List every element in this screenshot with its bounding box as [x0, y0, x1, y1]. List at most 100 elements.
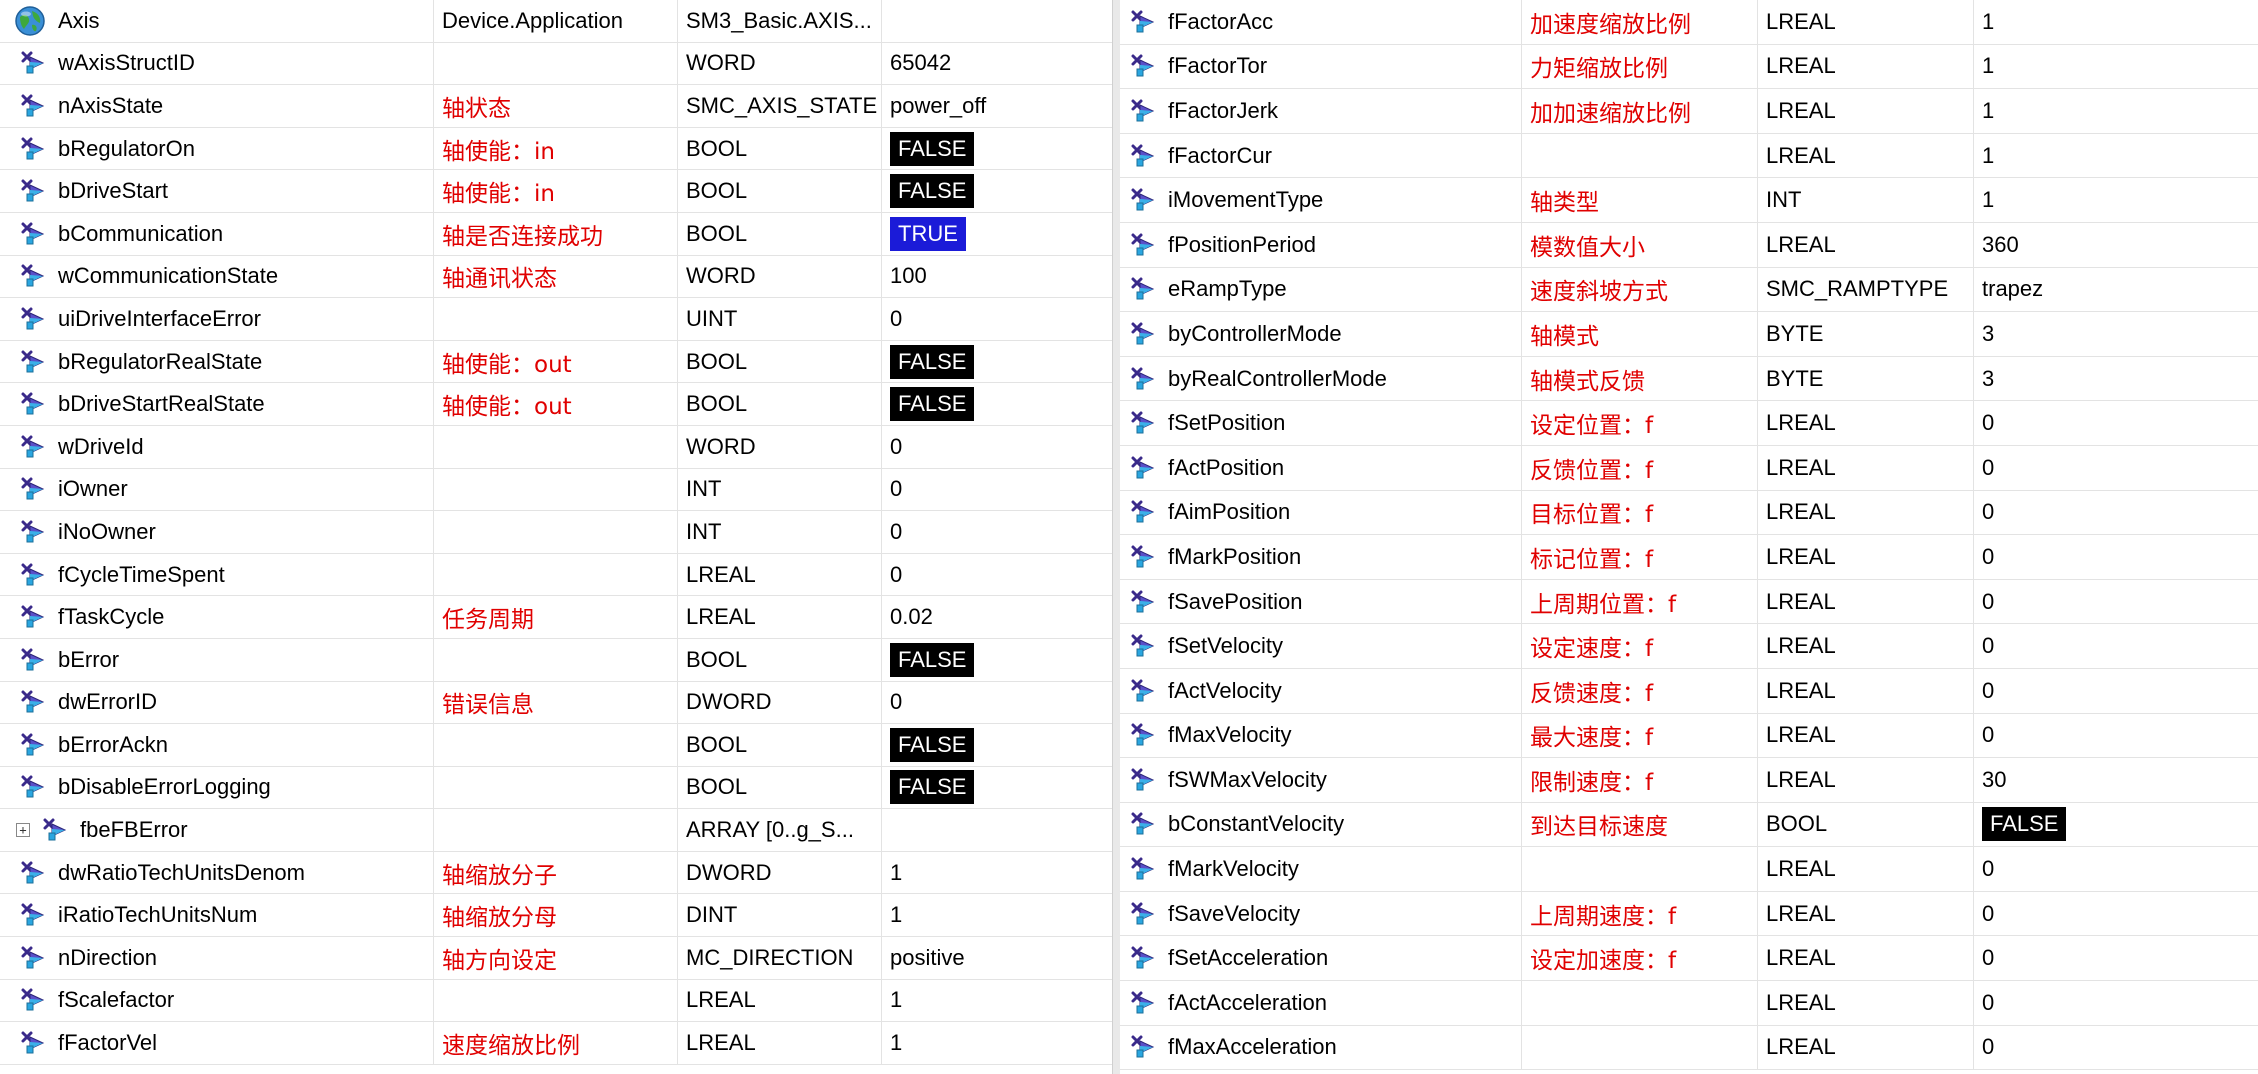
value-cell[interactable]: 0 — [1974, 580, 2258, 624]
bool-value-badge[interactable]: FALSE — [890, 642, 975, 677]
value-cell[interactable]: TRUE — [882, 213, 1120, 255]
value-cell[interactable]: positive — [882, 937, 1120, 979]
table-row[interactable]: wAxisStructID WORD 65042 — [0, 42, 1120, 86]
value-cell[interactable]: FALSE — [1974, 803, 2258, 847]
value-cell[interactable]: 0 — [1974, 1026, 2258, 1070]
table-row[interactable]: iNoOwner INT 0 — [0, 511, 1120, 554]
table-row[interactable]: fSetAcceleration 设定加速度：f LREAL 0 — [1120, 936, 2258, 982]
bool-value-badge[interactable]: FALSE — [890, 131, 975, 166]
table-row[interactable]: iRatioTechUnitsNum 轴缩放分母 DINT 1 — [0, 894, 1120, 938]
bool-value-badge[interactable]: FALSE — [890, 387, 975, 422]
value-cell[interactable]: 0 — [1974, 446, 2258, 490]
bool-value-badge[interactable]: FALSE — [890, 727, 975, 762]
value-cell[interactable]: FALSE — [882, 128, 1120, 170]
table-row[interactable]: byRealControllerMode 轴模式反馈 BYTE 3 — [1120, 356, 2258, 402]
table-row-root[interactable]: Axis Device.Application SM3_Basic.AXIS..… — [0, 0, 1120, 43]
table-row[interactable]: dwErrorID 错误信息 DWORD 0 — [0, 681, 1120, 725]
value-cell[interactable]: 0 — [882, 554, 1120, 596]
table-row[interactable]: fAimPosition 目标位置：f LREAL 0 — [1120, 490, 2258, 536]
value-cell[interactable]: 0 — [1974, 669, 2258, 713]
value-cell[interactable]: 0 — [1974, 491, 2258, 535]
value-cell[interactable]: 0.02 — [882, 596, 1120, 638]
table-row[interactable]: iMovementType 轴类型 INT 1 — [1120, 178, 2258, 223]
value-cell[interactable]: 1 — [1974, 89, 2258, 133]
table-row[interactable]: fSaveVelocity 上周期速度：f LREAL 0 — [1120, 891, 2258, 937]
value-cell[interactable]: 0 — [882, 298, 1120, 340]
bool-value-badge[interactable]: FALSE — [890, 344, 975, 379]
expand-plus-icon[interactable]: + — [16, 823, 30, 838]
value-cell[interactable]: 0 — [1974, 714, 2258, 758]
table-row[interactable]: fPositionPeriod 模数值大小 LREAL 360 — [1120, 222, 2258, 268]
value-cell[interactable] — [882, 809, 1120, 851]
value-cell[interactable] — [882, 0, 1120, 42]
value-cell[interactable]: 1 — [882, 980, 1120, 1022]
table-row[interactable]: fCycleTimeSpent LREAL 0 — [0, 553, 1120, 597]
table-row[interactable]: + fbeFBError ARRAY [0..g_S... — [0, 809, 1120, 852]
table-row[interactable]: fMaxVelocity 最大速度：f LREAL 0 — [1120, 713, 2258, 759]
bool-value-badge[interactable]: TRUE — [890, 216, 966, 251]
table-row[interactable]: fScalefactor LREAL 1 — [0, 979, 1120, 1023]
table-row[interactable]: fMarkPosition 标记位置：f LREAL 0 — [1120, 535, 2258, 580]
value-cell[interactable]: 1 — [882, 1022, 1120, 1064]
table-row[interactable]: fSetPosition 设定位置：f LREAL 0 — [1120, 401, 2258, 446]
value-cell[interactable]: 1 — [1974, 0, 2258, 44]
table-row[interactable]: fSetVelocity 设定速度：f LREAL 0 — [1120, 624, 2258, 669]
table-row[interactable]: fFactorAcc 加速度缩放比例 LREAL 1 — [1120, 0, 2258, 45]
value-cell[interactable]: 0 — [882, 426, 1120, 468]
value-cell[interactable]: 3 — [1974, 357, 2258, 401]
value-cell[interactable]: FALSE — [882, 767, 1120, 809]
table-row[interactable]: bCommunication 轴是否连接成功 BOOL TRUE — [0, 212, 1120, 256]
table-row[interactable]: byControllerMode 轴模式 BYTE 3 — [1120, 312, 2258, 357]
table-row[interactable]: bDisableErrorLogging BOOL FALSE — [0, 766, 1120, 810]
value-cell[interactable]: 0 — [1974, 936, 2258, 980]
value-cell[interactable]: 0 — [882, 682, 1120, 724]
table-row[interactable]: bError BOOL FALSE — [0, 638, 1120, 682]
table-row[interactable]: bDriveStart 轴使能：in BOOL FALSE — [0, 170, 1120, 213]
table-row[interactable]: wDriveId WORD 0 — [0, 425, 1120, 469]
value-cell[interactable]: 1 — [1974, 134, 2258, 178]
table-row[interactable]: eRampType 速度斜坡方式 SMC_RAMPTYPE trapez — [1120, 267, 2258, 313]
value-cell[interactable]: 0 — [1974, 401, 2258, 445]
table-row[interactable]: fSWMaxVelocity 限制速度：f LREAL 30 — [1120, 758, 2258, 803]
value-cell[interactable]: 30 — [1974, 758, 2258, 802]
table-row[interactable]: fMarkVelocity LREAL 0 — [1120, 847, 2258, 892]
table-row[interactable]: fFactorTor 力矩缩放比例 LREAL 1 — [1120, 44, 2258, 90]
table-row[interactable]: bConstantVelocity 到达目标速度 BOOL FALSE — [1120, 802, 2258, 848]
table-row[interactable]: uiDriveInterfaceError UINT 0 — [0, 298, 1120, 341]
bool-value-badge[interactable]: FALSE — [890, 770, 975, 805]
value-cell[interactable]: 100 — [882, 256, 1120, 298]
table-row[interactable]: bRegulatorRealState 轴使能：out BOOL FALSE — [0, 340, 1120, 384]
value-cell[interactable]: 1 — [1974, 45, 2258, 89]
bool-value-badge[interactable]: FALSE — [890, 174, 975, 209]
value-cell[interactable]: FALSE — [882, 724, 1120, 766]
value-cell[interactable]: 0 — [1974, 847, 2258, 891]
value-cell[interactable]: 0 — [882, 469, 1120, 511]
table-row[interactable]: fSavePosition 上周期位置：f LREAL 0 — [1120, 579, 2258, 625]
table-row[interactable]: fFactorJerk 加加速缩放比例 LREAL 1 — [1120, 89, 2258, 134]
table-row[interactable]: bErrorAckn BOOL FALSE — [0, 724, 1120, 767]
value-cell[interactable]: 1 — [882, 852, 1120, 894]
value-cell[interactable]: FALSE — [882, 341, 1120, 383]
table-row[interactable]: bRegulatorOn 轴使能：in BOOL FALSE — [0, 127, 1120, 171]
value-cell[interactable]: 65042 — [882, 43, 1120, 85]
value-cell[interactable]: FALSE — [882, 170, 1120, 212]
value-cell[interactable]: trapez — [1974, 268, 2258, 312]
table-row[interactable]: fActAcceleration LREAL 0 — [1120, 981, 2258, 1026]
table-row[interactable]: wCommunicationState 轴通讯状态 WORD 100 — [0, 255, 1120, 299]
table-row[interactable]: fActVelocity 反馈速度：f LREAL 0 — [1120, 668, 2258, 714]
value-cell[interactable]: 0 — [1974, 535, 2258, 579]
value-cell[interactable]: 0 — [1974, 981, 2258, 1025]
table-row[interactable]: fMaxAcceleration LREAL 0 — [1120, 1025, 2258, 1071]
value-cell[interactable]: 1 — [882, 894, 1120, 936]
value-cell[interactable]: power_off — [882, 85, 1120, 127]
value-cell[interactable]: 0 — [882, 511, 1120, 553]
table-row[interactable]: iOwner INT 0 — [0, 468, 1120, 512]
table-row[interactable]: fFactorVel 速度缩放比例 LREAL 1 — [0, 1022, 1120, 1065]
value-cell[interactable]: 0 — [1974, 892, 2258, 936]
table-row[interactable]: fActPosition 反馈位置：f LREAL 0 — [1120, 445, 2258, 491]
bool-value-badge[interactable]: FALSE — [1982, 807, 2067, 842]
table-row[interactable]: dwRatioTechUnitsDenom 轴缩放分子 DWORD 1 — [0, 851, 1120, 895]
value-cell[interactable]: 1 — [1974, 178, 2258, 222]
table-row[interactable]: bDriveStartRealState 轴使能：out BOOL FALSE — [0, 383, 1120, 426]
value-cell[interactable]: 0 — [1974, 624, 2258, 668]
